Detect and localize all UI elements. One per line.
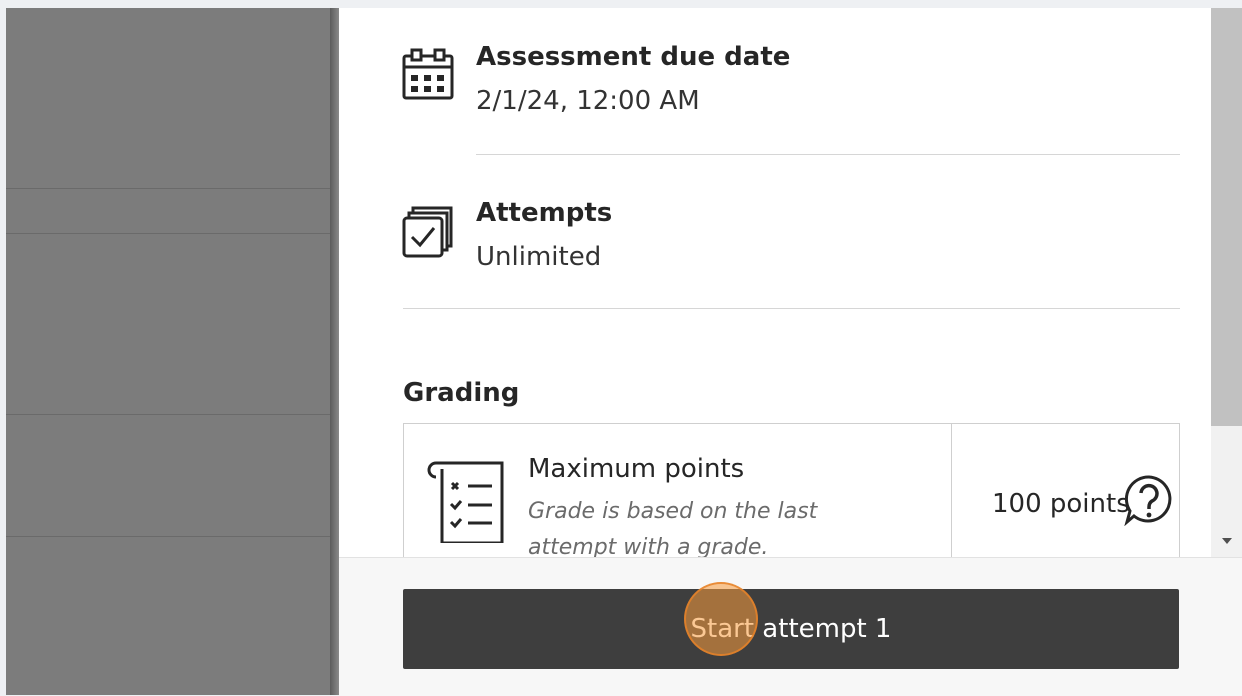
due-date-title: Assessment due date xyxy=(476,42,791,72)
scroll-down-arrow-icon[interactable] xyxy=(1222,538,1232,544)
grading-heading: Grading xyxy=(403,378,520,408)
attempts-checkbox-icon xyxy=(401,204,455,262)
overlay-divider xyxy=(6,233,330,234)
calendar-icon xyxy=(401,48,455,106)
maximum-points-value: 100 points xyxy=(992,489,1130,519)
scrollbar-thumb[interactable] xyxy=(1211,8,1242,426)
panel-shadow xyxy=(330,8,339,695)
panel-footer: Start attempt 1 xyxy=(339,557,1242,696)
help-question-icon[interactable] xyxy=(1122,472,1176,527)
grading-card: Maximum points Grade is based on the las… xyxy=(403,423,1180,557)
divider xyxy=(476,154,1180,155)
grading-checklist-icon xyxy=(424,459,506,547)
panel-scrollbar[interactable] xyxy=(1211,8,1242,557)
grading-separator xyxy=(951,424,952,557)
overlay-divider xyxy=(6,414,330,415)
background-overlay xyxy=(6,8,330,695)
attempts-value: Unlimited xyxy=(476,242,602,272)
start-attempt-button[interactable]: Start attempt 1 xyxy=(403,589,1179,669)
maximum-points-title: Maximum points xyxy=(528,454,745,484)
grading-description: Grade is based on the last attempt with … xyxy=(528,499,818,557)
overlay-divider xyxy=(6,536,330,537)
due-date-value: 2/1/24, 12:00 AM xyxy=(476,86,700,116)
overlay-divider xyxy=(6,188,330,189)
assessment-details-panel: Assessment due date 2/1/24, 12:00 AM Att… xyxy=(339,8,1211,557)
attempts-title: Attempts xyxy=(476,198,613,228)
divider xyxy=(403,308,1180,309)
